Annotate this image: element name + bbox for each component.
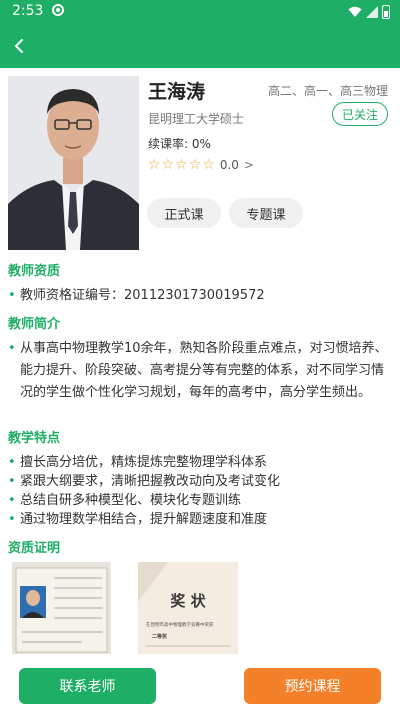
chevron-right-icon: > xyxy=(243,158,254,172)
award-title: 奖 状 xyxy=(170,592,206,610)
rating-value: 0.0 xyxy=(219,158,239,172)
star-outline-icon: ☆ xyxy=(175,157,188,173)
teacher-photo xyxy=(8,76,139,250)
intro-paragraph: • 从事高中物理教学10余年，熟知各阶段重点难点，对习惯培养、能力提升、阶段突破… xyxy=(8,338,394,404)
rating[interactable]: ☆ ☆ ☆ ☆ ☆ 0.0 > xyxy=(148,157,254,173)
section-title-features: 教学特点 xyxy=(8,431,61,446)
contact-teacher-button[interactable]: 联系老师 xyxy=(19,668,156,704)
battery-icon xyxy=(382,5,390,19)
back-arrow-icon[interactable] xyxy=(8,34,32,58)
list-item: • 总结自研多种模型化、模块化专题训练 xyxy=(8,493,242,508)
teacher-school: 昆明理工大学硕士 xyxy=(148,112,245,126)
star-outline-icon: ☆ xyxy=(202,157,215,173)
list-item: • 紧跟大纲要求，清晰把握教改动向及考试变化 xyxy=(8,474,281,489)
intro-text: 从事高中物理教学10余年，熟知各阶段重点难点，对习惯培养、能力提升、阶段突破、高… xyxy=(20,341,388,400)
section-title-qualification: 教师资质 xyxy=(8,264,61,279)
star-outline-icon: ☆ xyxy=(148,157,161,173)
star-outline-icon: ☆ xyxy=(161,157,175,173)
status-bar: 2:53 xyxy=(0,0,400,24)
status-time: 2:53 xyxy=(12,3,44,19)
signal-icon xyxy=(366,6,378,18)
follow-button[interactable]: 已关注 xyxy=(332,102,388,126)
book-course-button[interactable]: 预约课程 xyxy=(244,668,381,704)
list-item: • 教师资格证编号：20112301730019572 xyxy=(8,288,265,303)
renewal-rate: 续课率: 0% xyxy=(148,137,211,151)
section-title-intro: 教师简介 xyxy=(8,317,61,332)
status-icons xyxy=(348,4,390,20)
tab-formal-course[interactable]: 正式课 xyxy=(147,198,221,228)
wifi-icon xyxy=(348,6,362,17)
award-rank: 二等奖 xyxy=(152,633,168,640)
settings-gear-icon xyxy=(52,4,64,16)
certificate-image-award[interactable]: 奖 状 在昆明市高中物理教学竞赛中荣获 二等奖 xyxy=(138,562,238,654)
teacher-name: 王海涛 xyxy=(148,81,206,103)
app-bar xyxy=(0,24,400,68)
award-line: 在昆明市高中物理教学竞赛中荣获 xyxy=(146,621,214,628)
star-outline-icon: ☆ xyxy=(188,157,202,173)
teacher-subjects: 高二、高一、高三物理 xyxy=(267,84,388,98)
list-item: • 通过物理数学相结合，提升解题速度和准度 xyxy=(8,512,268,527)
certificate-image-license[interactable] xyxy=(12,562,111,654)
list-item: • 擅长高分培优，精炼提炼完整物理学科体系 xyxy=(8,455,268,470)
section-title-certificates: 资质证明 xyxy=(8,541,61,556)
qualification-number: 教师资格证编号：20112301730019572 xyxy=(20,288,265,303)
tab-topic-course[interactable]: 专题课 xyxy=(229,198,303,228)
